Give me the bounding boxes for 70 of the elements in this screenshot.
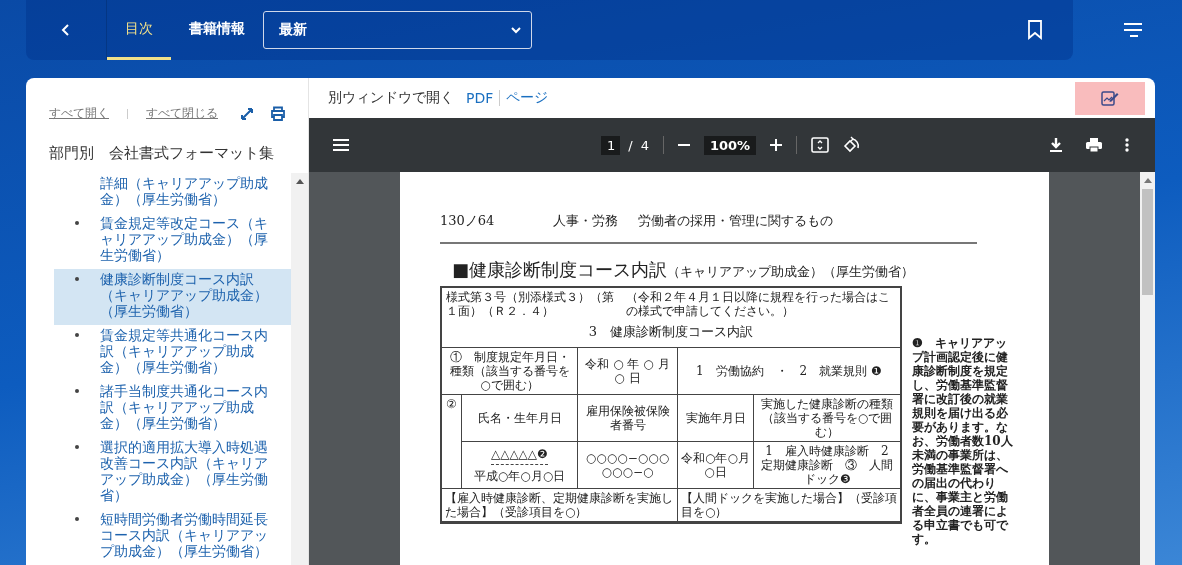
bullet-icon bbox=[75, 517, 79, 521]
scroll-up-icon[interactable] bbox=[1143, 178, 1152, 183]
toc-item[interactable]: 選択的適用拡大導入時処遇改善コース内訳（キャリアアップ助成金）（厚生労働省） bbox=[54, 437, 291, 509]
format-link[interactable]: ページ bbox=[506, 89, 549, 107]
section-label: 人事・労務 bbox=[553, 212, 619, 230]
document-title: ■健康診断制度コース内訳 bbox=[452, 258, 667, 282]
zoom-field[interactable]: 100% bbox=[703, 135, 757, 155]
edition-select[interactable]: 最新 bbox=[263, 11, 532, 49]
expand-arrows-icon[interactable] bbox=[240, 106, 254, 121]
toc-item[interactable]: 短時間労働者労働時間延長コース内訳（キャリアアップ助成金）（厚生労働省） bbox=[54, 509, 291, 565]
edit-button[interactable] bbox=[1075, 81, 1145, 115]
download-icon[interactable] bbox=[1049, 137, 1063, 153]
edit-document-icon bbox=[1101, 90, 1119, 106]
more-icon[interactable] bbox=[1125, 138, 1129, 152]
print-icon[interactable] bbox=[1085, 137, 1103, 153]
bullet-icon bbox=[75, 389, 79, 393]
menu-icon[interactable] bbox=[333, 138, 349, 152]
form-cell: 実施年月日 bbox=[678, 395, 754, 442]
bookmark-icon[interactable] bbox=[1027, 20, 1043, 40]
form-cell: 【人間ドックを実施した場合】（受診項目を○） bbox=[678, 489, 900, 522]
toc-item[interactable]: 賃金規定等共通化コース内訳（キャリアアップ助成金）（厚生労働省） bbox=[54, 325, 291, 381]
scrollbar[interactable] bbox=[291, 173, 308, 565]
expand-all-link[interactable]: すべて開く bbox=[49, 105, 109, 122]
tab[interactable]: 目次 bbox=[107, 0, 171, 60]
tab[interactable]: 書籍情報 bbox=[171, 0, 263, 60]
scroll-up-icon[interactable] bbox=[295, 179, 304, 184]
bullet-icon bbox=[75, 221, 79, 225]
form-cell: 令和○年○月○日 bbox=[678, 442, 754, 489]
page-separator: / bbox=[628, 137, 633, 153]
toc-item[interactable]: 賃金規定等改定コース（キャリアアップ助成金）（厚生労働省） bbox=[54, 213, 291, 269]
form-cell: 実施した健康診断の種類（該当する番号を○で囲む） bbox=[754, 395, 900, 442]
book-title: 部門別 会社書式フォーマット集 bbox=[48, 143, 275, 163]
form-cell: 氏名・生年月日 bbox=[462, 395, 578, 442]
fit-page-icon[interactable] bbox=[811, 137, 830, 153]
scrollbar-thumb[interactable] bbox=[1142, 189, 1153, 295]
form-notice: （令和２年４月１日以降に規程を行った場合はこの様式で申請してください。） bbox=[626, 290, 892, 318]
rotate-icon[interactable] bbox=[843, 136, 862, 154]
side-note: ❶ キャリアアップ計画認定後に健康診断制度を規定し、労働基準監督署に改訂後の就業規則を届け出る必要があります。なお、労働者数10人未満の事業所は、労働基準監督署への届出の代わりに、事業主と労働者全員の連署による申立書でも可です。 bbox=[912, 336, 1014, 546]
chevron-left-icon bbox=[61, 23, 71, 37]
print-icon[interactable] bbox=[270, 106, 286, 121]
form-heading: 3 健康診断制度コース内訳 bbox=[587, 323, 755, 341]
chevron-down-icon bbox=[511, 26, 521, 34]
form-cell: 【雇入時健康診断、定期健康診断を実施した場合】（受診項目を○） bbox=[442, 489, 678, 522]
form-cell: ○○○○−○○○○○○−○ bbox=[578, 442, 678, 489]
page-number-field[interactable]: 1 bbox=[601, 135, 621, 155]
page-number: 130ノ64 bbox=[440, 212, 496, 230]
form-cell: ① 制度規定年月日・種類（該当する番号を○で囲む） bbox=[442, 348, 578, 395]
collapse-all-link[interactable]: すべて閉じる bbox=[146, 105, 218, 122]
toc-item[interactable]: 詳細（キャリアアップ助成金）（厚生労働省） bbox=[54, 173, 291, 213]
form-cell: 1 雇入時健康診断 2 定期健康診断 ③ 人間ドック❸ bbox=[754, 442, 900, 489]
bullet-icon bbox=[75, 445, 79, 449]
bullet-icon bbox=[75, 277, 79, 281]
format-link[interactable]: PDF bbox=[466, 90, 494, 106]
menu-icon[interactable] bbox=[1123, 22, 1143, 38]
topic-label: 労働者の採用・管理に関するもの bbox=[638, 212, 833, 230]
form-number: 様式第３号（別添様式３）（第１面）（Ｒ２．４） bbox=[446, 290, 615, 318]
form-cell: 1 労働協約 ・ 2 就業規則 ❶ bbox=[678, 348, 900, 395]
form-cell: 雇用保険被保険者番号 bbox=[578, 395, 678, 442]
form-text: 平成○年○月○日 bbox=[473, 469, 566, 483]
form-cell: ② bbox=[442, 395, 462, 489]
zoom-in-icon[interactable] bbox=[770, 139, 783, 151]
scrollbar[interactable] bbox=[1140, 172, 1155, 565]
bullet-icon bbox=[75, 333, 79, 337]
form-text: △△△△△❷ bbox=[490, 447, 549, 465]
toc-item[interactable]: 健康診断制度コース内訳（キャリアアップ助成金）（厚生労働省） bbox=[54, 269, 291, 325]
open-window-label: 別ウィンドウで開く bbox=[328, 89, 454, 107]
page-total: 4 bbox=[640, 137, 649, 153]
document-subtitle: （キャリアアップ助成金）（厚生労働省） bbox=[667, 263, 914, 281]
toc-item[interactable]: 諸手当制度共通化コース内訳（キャリアアップ助成金）（厚生労働省） bbox=[54, 381, 291, 437]
form-cell: 令和 ○ 年 ○ 月 ○ 日 bbox=[578, 348, 678, 395]
